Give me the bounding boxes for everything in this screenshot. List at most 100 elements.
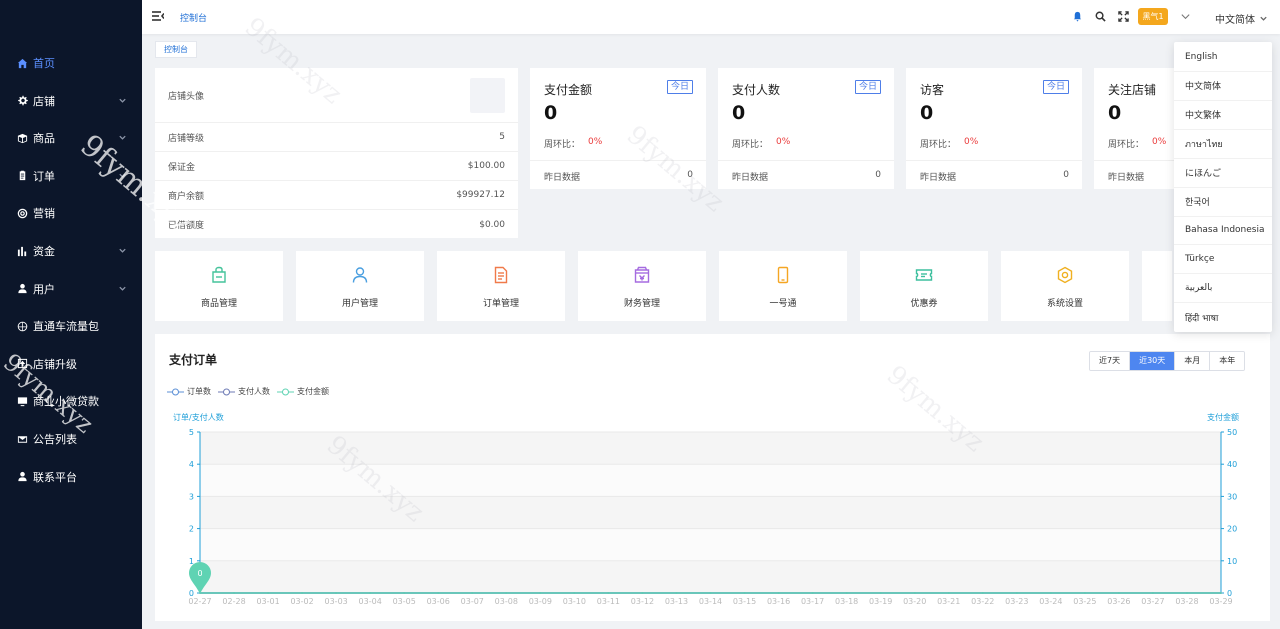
shop-info-row: 已借额度 $0.00 [155, 210, 518, 239]
breadcrumb[interactable]: 控制台 [180, 11, 207, 24]
language-option[interactable]: English [1174, 43, 1272, 72]
quick-link-label: 财务管理 [623, 299, 660, 309]
quick-link-label: 用户管理 [341, 299, 378, 309]
language-option[interactable]: 中文繁体 [1174, 101, 1272, 130]
x-tick-label: 03-15 [733, 597, 756, 606]
settings-hex-icon [1056, 266, 1074, 284]
quick-link-tile[interactable]: 一号通 [719, 251, 847, 321]
quick-link-label: 一号通 [769, 299, 797, 309]
language-option[interactable]: بالعربية [1174, 274, 1272, 304]
quick-link-label: 商品管理 [200, 299, 237, 309]
language-option[interactable]: Bahasa Indonesia [1174, 216, 1272, 246]
quick-link-tile[interactable]: 用户管理 [296, 251, 424, 321]
bell-icon[interactable] [1071, 10, 1084, 23]
right-tick-label: 50 [1227, 428, 1237, 437]
left-tick-label: 5 [189, 428, 194, 437]
sidebar-item-6[interactable]: 资金 [0, 233, 142, 269]
week-compare-label: 周环比： [544, 140, 581, 150]
x-tick-label: 03-25 [1073, 597, 1096, 606]
language-dropdown-menu: English 中文简体 中文繁体 ภาษาไทย にほんご 한국어 Bahasa Indo… [1174, 42, 1272, 332]
data-point [947, 592, 950, 594]
legend-marker-icon [277, 388, 294, 395]
language-option[interactable]: ภาษาไทย [1174, 130, 1272, 159]
x-tick-label: 03-16 [767, 597, 790, 606]
legend-item[interactable]: 支付人数 [218, 386, 270, 397]
language-option[interactable]: 中文简体 [1174, 72, 1272, 101]
x-tick-label: 03-03 [325, 597, 348, 606]
x-tick-label: 03-09 [529, 597, 552, 606]
language-option[interactable]: 한국어 [1174, 188, 1272, 217]
quick-link-tile[interactable]: 财务管理 [578, 251, 706, 321]
range-button[interactable]: 本月 [1175, 352, 1211, 370]
language-option[interactable]: हिंदी भाषा [1174, 303, 1272, 332]
quick-link-tile[interactable]: 优惠券 [860, 251, 988, 321]
sidebar-item-2[interactable]: 店铺 [0, 83, 142, 119]
legend-marker-icon [218, 388, 235, 395]
target-icon [16, 207, 28, 219]
quick-link-tile[interactable]: 商品管理 [155, 251, 283, 321]
x-tick-label: 03-29 [1209, 597, 1232, 606]
collapse-menu-icon[interactable] [152, 10, 165, 22]
x-tick-label: 03-17 [801, 597, 824, 606]
shop-avatar[interactable] [470, 77, 505, 113]
shop-info-row: 店铺等级 5 [155, 123, 518, 152]
yesterday-value: 0 [875, 170, 881, 180]
legend-label: 订单数 [187, 387, 211, 396]
search-icon[interactable] [1094, 10, 1107, 23]
quick-link-tile[interactable]: 订单管理 [437, 251, 565, 321]
fullscreen-icon[interactable] [1117, 10, 1130, 23]
shop-info-value: $100.00 [467, 161, 505, 171]
quick-link-tile[interactable] [1142, 251, 1172, 321]
x-tick-label: 03-08 [495, 597, 518, 606]
sidebar-item-9[interactable]: 店铺升级 [0, 346, 142, 382]
sidebar-item-3[interactable]: 商品 [0, 120, 142, 156]
language-option[interactable]: にほんご [1174, 159, 1272, 188]
week-compare-label: 周环比： [920, 140, 957, 150]
chevron-down-icon[interactable] [1179, 10, 1192, 23]
weather-badge[interactable]: 黑气1 [1138, 8, 1168, 25]
range-button[interactable]: 近30天 [1130, 352, 1176, 370]
shop-info-label: 商户余额 [168, 191, 205, 202]
upgrade-icon [16, 358, 28, 370]
sidebar-item-8[interactable]: 直通车流量包 [0, 308, 142, 344]
data-point [437, 592, 440, 594]
shop-avatar-label: 店铺头像 [168, 91, 205, 102]
yesterday-value: 0 [1063, 170, 1069, 180]
sidebar-item-12[interactable]: 联系平台 [0, 459, 142, 495]
chevron-down-icon [118, 170, 128, 180]
x-tick-label: 03-13 [665, 597, 688, 606]
data-point [539, 592, 542, 594]
grid-band [200, 528, 1221, 561]
top-header: 控制台 黑气1 中文简体 [142, 0, 1280, 34]
grid-band [200, 560, 1221, 593]
stat-value: 0 [920, 102, 934, 124]
today-badge: 今日 [854, 80, 881, 94]
payment-orders-chart[interactable]: 0123450102030405002-27 02-28 03-01 03-02 03-… [155, 424, 1270, 614]
sidebar-item-11[interactable]: 公告列表 [0, 421, 142, 457]
data-point [1083, 592, 1086, 594]
language-selector[interactable]: 中文简体 [1215, 11, 1268, 26]
monitor-icon [16, 395, 28, 407]
sidebar-item-label: 店铺 [33, 94, 55, 108]
data-point [1186, 592, 1188, 594]
shop-info-label: 已借额度 [168, 221, 205, 231]
sidebar-item-7[interactable]: 用户 [0, 271, 142, 307]
range-button[interactable]: 近7天 [1090, 352, 1131, 370]
range-button[interactable]: 本年 [1210, 352, 1245, 370]
language-option[interactable]: Türkçe [1174, 245, 1272, 275]
legend-item[interactable]: 支付金额 [277, 386, 329, 397]
stat-card: 支付金额 今日 0 周环比： 0% 昨日数据 0 [530, 68, 706, 189]
left-tick-label: 3 [189, 492, 194, 501]
x-tick-label: 03-20 [903, 597, 926, 606]
sidebar-item-5[interactable]: 营销 [0, 195, 142, 231]
legend-marker-icon [167, 388, 184, 395]
left-axis-label: 订单/支付人数 [173, 413, 224, 422]
page-tab-tag[interactable]: 控制台 [155, 41, 197, 58]
legend-item[interactable]: 订单数 [167, 386, 211, 397]
quick-link-tile[interactable]: 系统设置 [1001, 251, 1129, 321]
sidebar-item-10[interactable]: 商业小微贷款 [0, 383, 142, 419]
sidebar-item-4[interactable]: 订单 [0, 158, 142, 194]
sidebar-item-label: 订单 [33, 169, 55, 183]
sidebar-item-1[interactable]: 首页 [0, 45, 142, 81]
date-range-selector: 近7天 近30天 本月 本年 [1089, 351, 1246, 371]
